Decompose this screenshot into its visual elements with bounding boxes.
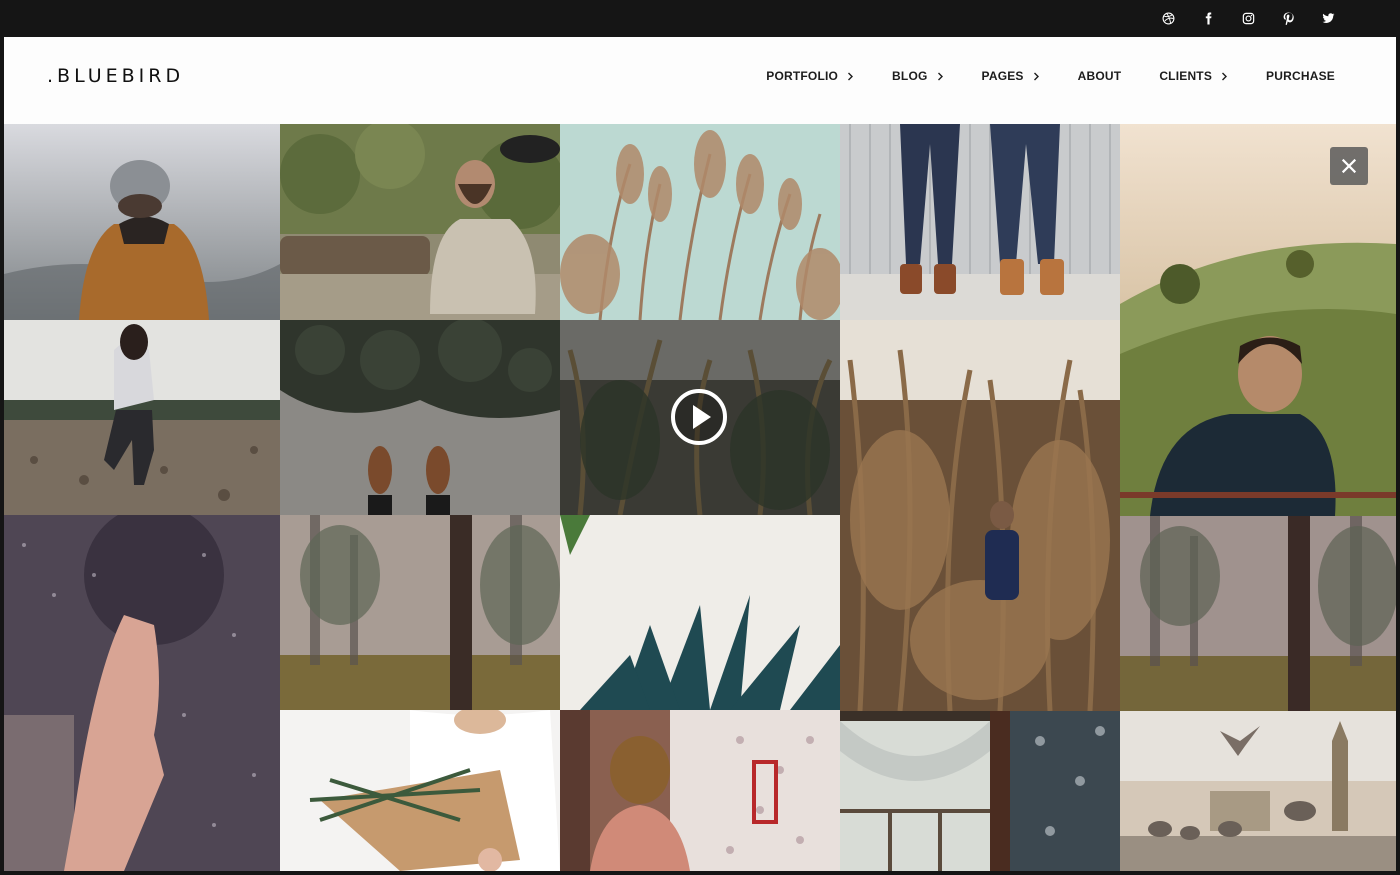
- gallery-tile-bouquet[interactable]: [280, 710, 560, 871]
- gallery-tile-agave[interactable]: [560, 515, 840, 710]
- photo-window-curtain: [840, 711, 1120, 871]
- gallery-tile-forest-2[interactable]: [1120, 516, 1396, 711]
- photo-rainy-window: [4, 515, 280, 871]
- chevron-right-icon: [937, 72, 944, 81]
- main-nav: PORTFOLIO BLOG PAGES ABOUT CLIENTS PURCH…: [766, 66, 1335, 86]
- chevron-right-icon: [847, 72, 854, 81]
- gallery-tile-boots[interactable]: [840, 124, 1120, 320]
- gallery-tile-girl-room[interactable]: [560, 710, 840, 871]
- nav-item-clients[interactable]: CLIENTS: [1159, 69, 1228, 83]
- chevron-right-icon: [1033, 72, 1040, 81]
- social-links: [1140, 0, 1340, 37]
- gallery-tile-hills[interactable]: [1120, 124, 1396, 516]
- play-icon: [671, 389, 727, 445]
- twitter-link[interactable]: [1316, 7, 1340, 31]
- nav-item-about[interactable]: ABOUT: [1078, 69, 1122, 83]
- photo-misty-forest: [1120, 516, 1396, 711]
- chevron-right-icon: [1221, 72, 1228, 81]
- photo-evergreen-bouquet: [280, 710, 560, 871]
- close-button[interactable]: [1330, 147, 1368, 185]
- facebook-link[interactable]: [1196, 7, 1220, 31]
- nav-item-label: CLIENTS: [1159, 69, 1213, 83]
- nav-item-label: PAGES: [981, 69, 1024, 83]
- instagram-icon: [1242, 12, 1254, 25]
- gallery-tile-cornfield[interactable]: [840, 320, 1120, 711]
- photo-feet-pavement: [280, 320, 560, 515]
- gallery-tile-forest-1[interactable]: [280, 515, 560, 710]
- gallery-tile-window[interactable]: [840, 711, 1120, 871]
- site-header: .BLUEBIRD PORTFOLIO BLOG PAGES ABOUT CLI…: [4, 37, 1396, 124]
- instagram-link[interactable]: [1236, 7, 1260, 31]
- nav-item-label: BLOG: [892, 69, 928, 83]
- page-frame: .BLUEBIRD PORTFOLIO BLOG PAGES ABOUT CLI…: [4, 37, 1396, 871]
- photo-jeans-boots: [840, 124, 1120, 320]
- dribbble-link[interactable]: [1156, 7, 1180, 31]
- gallery-tile-beach[interactable]: [4, 320, 280, 515]
- gallery-tile-beanie[interactable]: [4, 124, 280, 320]
- nav-item-purchase[interactable]: PURCHASE: [1266, 69, 1335, 83]
- photo-girl-floral-room: [560, 710, 840, 871]
- photo-dry-grass: [560, 124, 840, 320]
- nav-item-pages[interactable]: PAGES: [982, 69, 1040, 83]
- pinterest-link[interactable]: [1276, 7, 1300, 31]
- gallery-tile-video[interactable]: [560, 320, 840, 515]
- play-button[interactable]: [670, 388, 728, 446]
- pinterest-icon: [1283, 12, 1294, 25]
- facebook-icon: [1205, 12, 1211, 25]
- site-logo[interactable]: .BLUEBIRD: [47, 64, 184, 88]
- photo-beach-run: [4, 320, 280, 515]
- photo-agave: [560, 515, 840, 710]
- twitter-icon: [1322, 13, 1334, 23]
- dribbble-icon: [1162, 12, 1174, 25]
- nav-item-label: ABOUT: [1077, 69, 1122, 83]
- gallery-tile-grass[interactable]: [560, 124, 840, 320]
- gallery-tile-feet[interactable]: [280, 320, 560, 515]
- nav-item-label: PURCHASE: [1266, 69, 1335, 83]
- gallery-tile-rain[interactable]: [4, 515, 280, 871]
- portfolio-grid: [4, 124, 1396, 871]
- nav-item-portfolio[interactable]: PORTFOLIO: [766, 69, 854, 83]
- nav-item-label: PORTFOLIO: [766, 69, 839, 83]
- gallery-tile-log[interactable]: [280, 124, 560, 320]
- photo-beanie: [4, 124, 280, 320]
- top-bar: [0, 0, 1400, 37]
- photo-child-cornfield: [840, 320, 1120, 711]
- photo-bearded-man: [280, 124, 560, 320]
- gallery-tile-bigben[interactable]: [1120, 711, 1396, 871]
- photo-pigeons-big-ben: [1120, 711, 1396, 871]
- nav-item-blog[interactable]: BLOG: [892, 69, 943, 83]
- photo-misty-forest: [280, 515, 560, 710]
- close-icon: [1341, 158, 1357, 174]
